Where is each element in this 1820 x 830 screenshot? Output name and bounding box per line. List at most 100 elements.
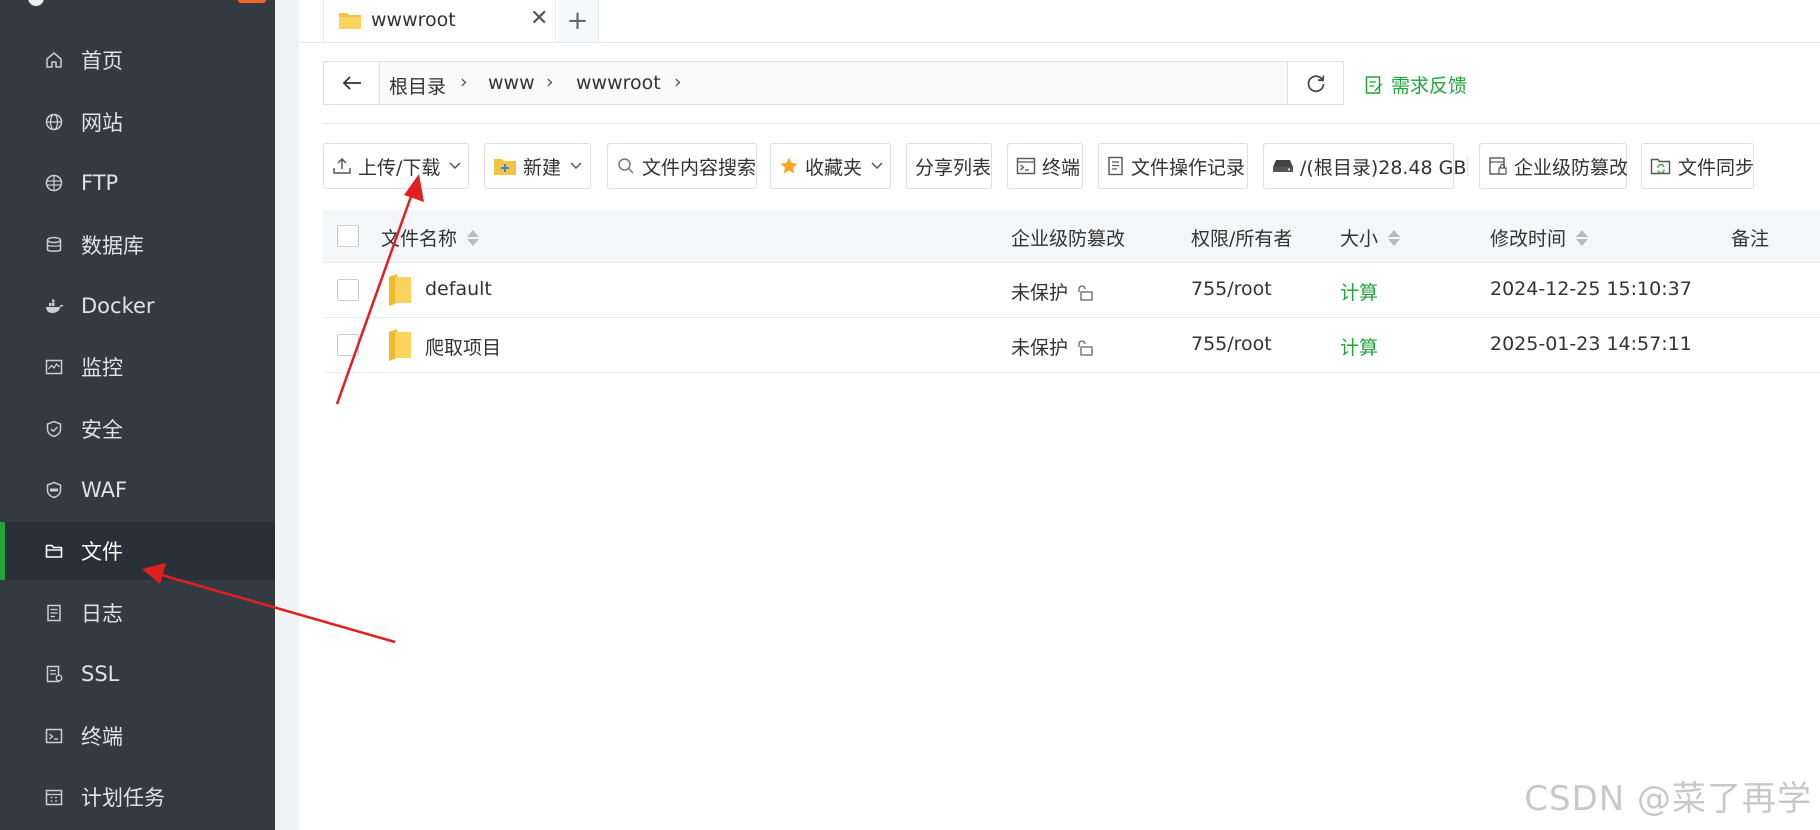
terminal-button[interactable]: 终端	[1007, 143, 1083, 189]
divider	[1467, 156, 1468, 176]
chevron-down-icon	[870, 161, 884, 171]
column-header-note: 备注	[1731, 228, 1770, 250]
upload-download-button[interactable]: 上传/下载	[323, 143, 469, 189]
globe-ftp-icon	[43, 172, 65, 194]
sidebar-item-logs[interactable]: 日志	[0, 584, 275, 642]
file-name[interactable]: default	[425, 278, 492, 300]
globe-icon	[43, 111, 65, 133]
document-icon	[1107, 156, 1125, 176]
tamper-status-label: 未保护	[1011, 337, 1069, 359]
sidebar-item-database[interactable]: 数据库	[0, 216, 275, 274]
upload-download-label: 上传/下载	[358, 156, 441, 179]
sidebar-item-label: 计划任务	[81, 786, 165, 810]
tamper-status[interactable]: 未保护	[1011, 278, 1095, 305]
sidebar-item-monitor[interactable]: 监控	[0, 338, 275, 396]
new-button[interactable]: 新建	[484, 143, 591, 189]
sidebar-item-label: FTP	[81, 171, 119, 195]
modified-time: 2025-01-23 14:57:11	[1490, 333, 1692, 355]
permission-owner[interactable]: 755/root	[1191, 278, 1272, 300]
row-checkbox[interactable]	[337, 279, 359, 301]
select-all-checkbox[interactable]	[337, 225, 359, 247]
sidebar-item-label: Docker	[81, 294, 155, 318]
tamper-proof-button[interactable]: 企业级防篡改	[1479, 143, 1628, 189]
logo-icon	[28, 0, 44, 6]
row-checkbox[interactable]	[337, 334, 359, 356]
home-icon	[43, 49, 65, 71]
tab-wwwroot[interactable]: wwwroot ✕	[323, 0, 556, 42]
sidebar-item-docker[interactable]: Docker	[0, 277, 275, 335]
sidebar-item-terminal[interactable]: 终端	[0, 707, 275, 765]
back-button[interactable]	[324, 62, 380, 104]
chevron-right-icon: ›	[546, 71, 554, 93]
favorites-button[interactable]: 收藏夹	[770, 143, 891, 189]
sidebar-item-ftp[interactable]: FTP	[0, 154, 275, 212]
table-row[interactable]: 爬取项目 未保护 755/root 计算 2025-01-23 14:57:11	[323, 318, 1820, 373]
sidebar: 首页 网站 FTP 数据库 Docker 监控 安全 WAF 文件 日志 SSL…	[0, 0, 275, 830]
shield-icon	[43, 418, 65, 440]
refresh-icon	[1307, 75, 1324, 93]
sidebar-item-label: 日志	[81, 602, 123, 626]
file-table-header: 文件名称 企业级防篡改 权限/所有者 大小 修改时间 备注	[323, 210, 1820, 263]
modified-time: 2024-12-25 15:10:37	[1490, 278, 1692, 300]
calculate-size-link[interactable]: 计算	[1340, 333, 1378, 360]
chevron-down-icon	[569, 161, 583, 171]
disk-usage-button[interactable]: /(根目录)28.48 GB	[1263, 143, 1466, 189]
sidebar-item-website[interactable]: 网站	[0, 93, 275, 151]
terminal-icon	[43, 725, 65, 747]
feedback-label: 需求反馈	[1391, 75, 1468, 97]
sync-folder-icon	[1650, 156, 1672, 176]
chevron-right-icon: ›	[460, 71, 468, 93]
column-label: 大小	[1340, 228, 1379, 250]
sidebar-item-ssl[interactable]: SSL	[0, 645, 275, 703]
sidebar-item-security[interactable]: 安全	[0, 400, 275, 458]
sidebar-item-cron[interactable]: 计划任务	[0, 768, 275, 826]
column-header-mtime[interactable]: 修改时间	[1490, 224, 1589, 251]
new-folder-icon	[493, 156, 517, 176]
sidebar-item-label: 监控	[81, 356, 123, 380]
file-sync-button[interactable]: 文件同步	[1641, 143, 1754, 189]
new-label: 新建	[523, 156, 562, 179]
breadcrumb-item-wwwroot[interactable]: wwwroot	[576, 72, 661, 94]
feedback-link[interactable]: 需求反馈	[1365, 71, 1467, 98]
tamper-status[interactable]: 未保护	[1011, 333, 1095, 360]
sidebar-item-label: 网站	[81, 111, 123, 135]
disk-usage-label: /(根目录)28.48 GB	[1300, 156, 1467, 179]
sort-icon	[1388, 229, 1401, 246]
chevron-down-icon	[448, 161, 462, 171]
column-header-size[interactable]: 大小	[1340, 224, 1401, 251]
column-label: 修改时间	[1490, 228, 1567, 250]
share-list-button[interactable]: 分享列表	[906, 143, 992, 189]
upload-icon	[332, 156, 352, 176]
sidebar-item-label: 数据库	[81, 234, 144, 258]
sidebar-item-label: 安全	[81, 418, 123, 442]
calculate-size-link[interactable]: 计算	[1340, 278, 1378, 305]
arrow-left-icon	[342, 76, 361, 90]
search-icon	[616, 156, 636, 176]
log-icon	[43, 602, 65, 624]
monitor-icon	[43, 356, 65, 378]
sidebar-item-waf[interactable]: WAF	[0, 461, 275, 519]
table-row[interactable]: default 未保护 755/root 计算 2024-12-25 15:10…	[323, 263, 1820, 318]
breadcrumb-item-root[interactable]: 根目录	[389, 72, 446, 99]
permission-owner[interactable]: 755/root	[1191, 333, 1272, 355]
sidebar-item-home[interactable]: 首页	[0, 31, 275, 89]
file-name[interactable]: 爬取项目	[425, 333, 501, 360]
sort-icon	[1576, 229, 1589, 246]
refresh-button[interactable]	[1288, 61, 1344, 105]
close-icon[interactable]: ✕	[530, 6, 548, 31]
breadcrumb-item-www[interactable]: www	[488, 72, 535, 94]
column-header-permission: 权限/所有者	[1191, 228, 1293, 250]
edit-note-icon	[1365, 75, 1383, 94]
database-icon	[43, 234, 65, 256]
file-op-log-button[interactable]: 文件操作记录	[1098, 143, 1248, 189]
column-label: 文件名称	[381, 228, 458, 250]
sidebar-item-files[interactable]: 文件	[0, 522, 275, 580]
divider	[323, 123, 1820, 124]
column-header-name[interactable]: 文件名称	[381, 224, 480, 251]
content-search-button[interactable]: 文件内容搜索	[607, 143, 757, 189]
chevron-right-icon: ›	[674, 71, 682, 93]
add-tab-button[interactable]: +	[557, 0, 599, 42]
file-manager-panel: wwwroot ✕ + 根目录 › www › wwwroot › 需求反馈 上…	[299, 0, 1820, 830]
notification-badge[interactable]	[238, 0, 266, 3]
tamper-status-label: 未保护	[1011, 282, 1069, 304]
